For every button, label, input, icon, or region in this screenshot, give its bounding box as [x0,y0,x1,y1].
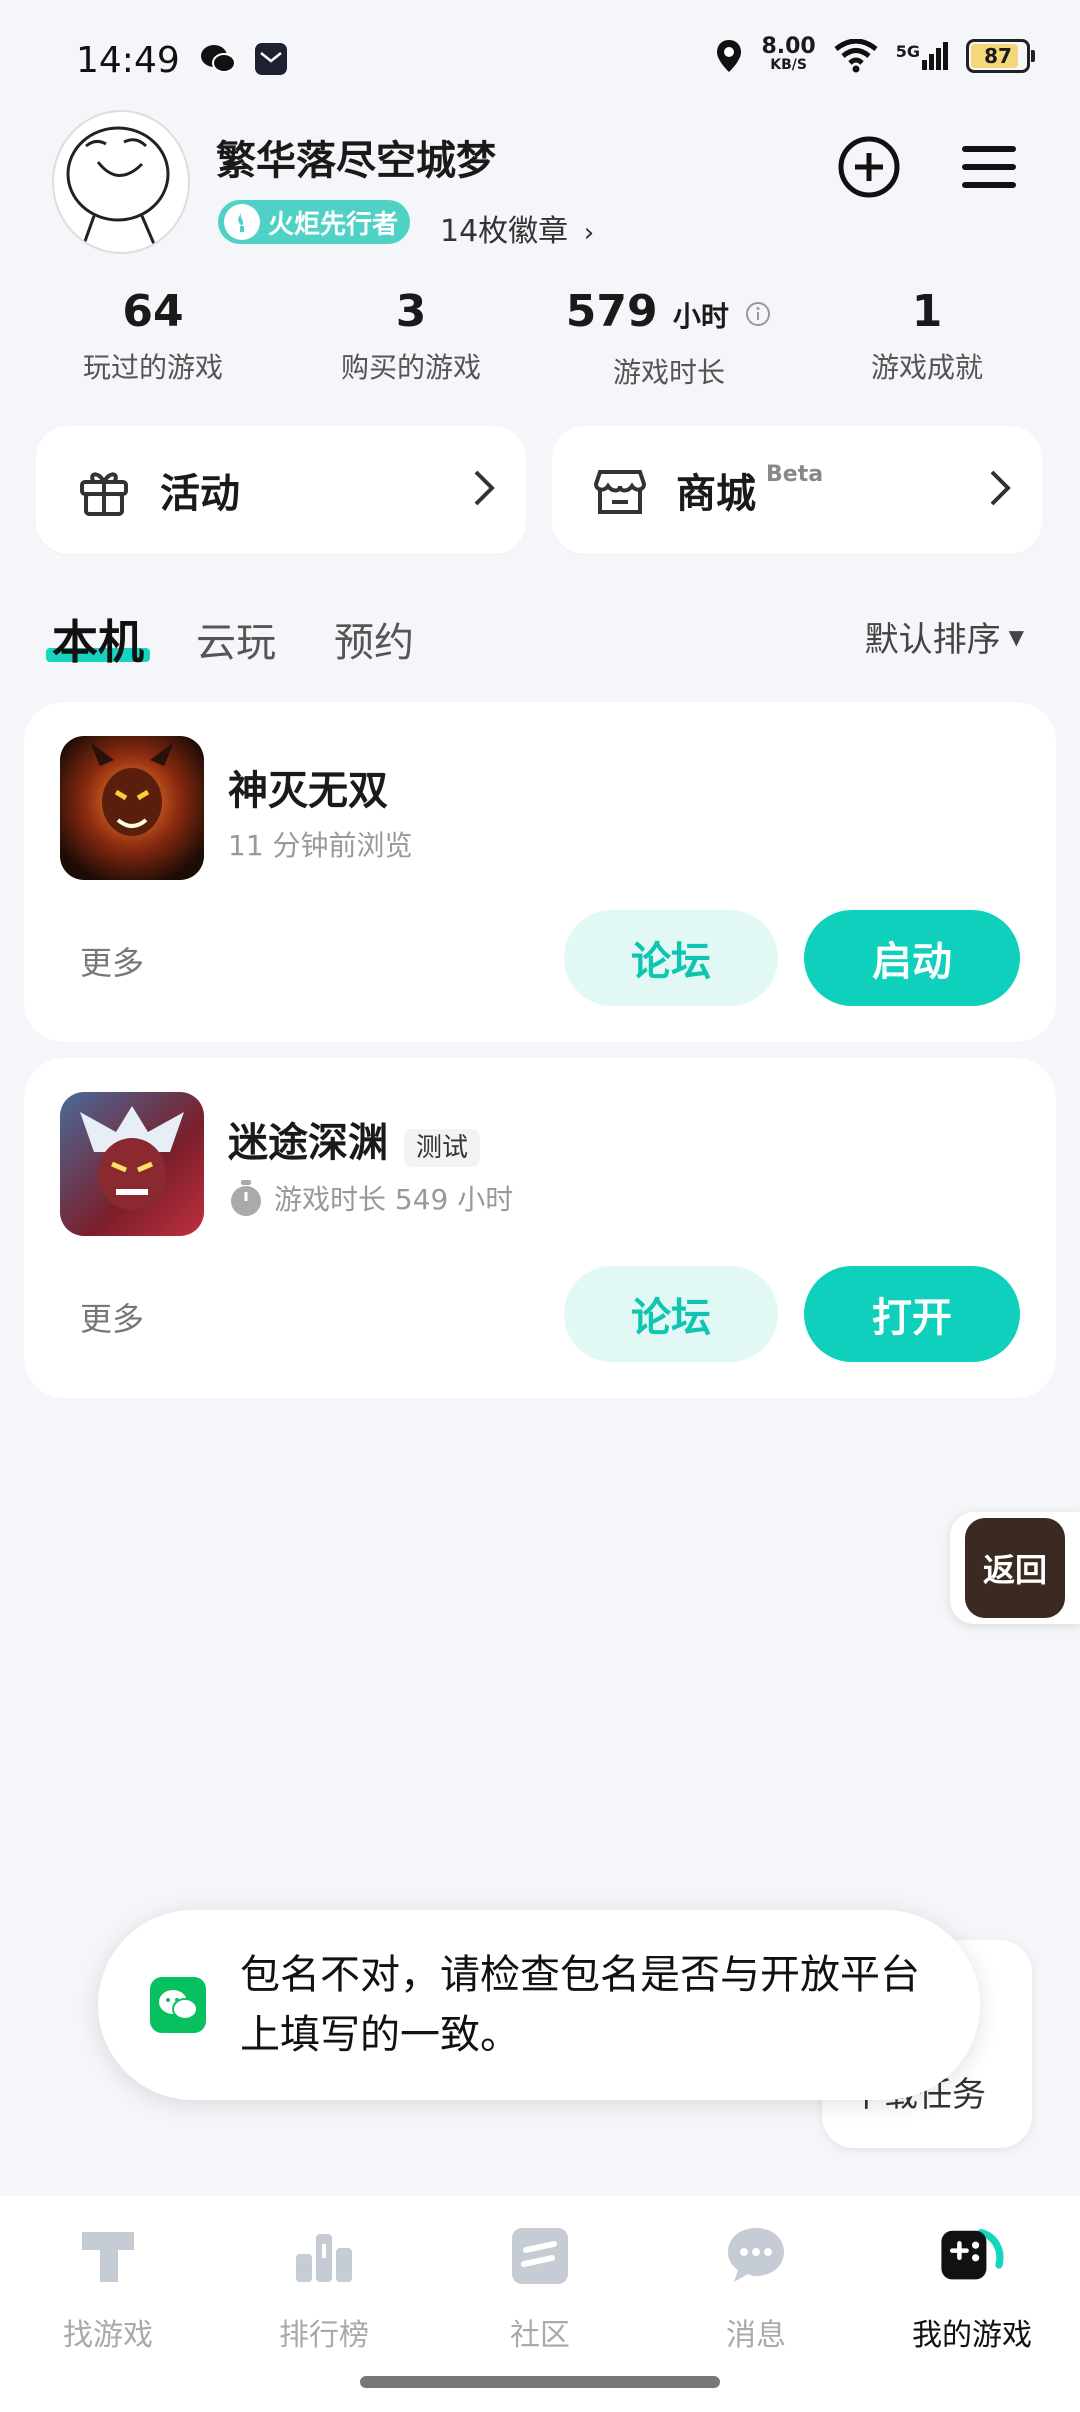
sort-dropdown[interactable]: 默认排序 ▼ [865,612,1024,661]
tab-local[interactable]: 本机 [52,606,144,672]
mail-notification-icon [255,43,287,75]
badge-pill[interactable]: 火炬先行者 [218,200,411,244]
nav-item-my-games[interactable]: 我的游戏 [864,2220,1080,2354]
game-card: 神灭无双 11 分钟前浏览 更多 论坛 启动 [24,702,1056,1042]
stat-achievements[interactable]: 1 游戏成就 [802,286,1052,386]
chevron-right-icon [986,466,1014,514]
chevron-right-icon [470,466,498,514]
doodle-face-avatar-icon [66,126,170,245]
badge-label: 火炬先行者 [268,209,399,240]
open-button[interactable]: 打开 [804,1266,1020,1362]
chevron-right-icon: › [583,218,595,248]
location-icon [717,40,742,72]
stat-value: 3 [395,286,427,337]
info-icon[interactable] [744,300,772,328]
sort-label: 默认排序 [864,620,1001,660]
test-tag: 测试 [404,1128,481,1167]
badge-count-link[interactable]: 14枚徽章 › [440,206,594,250]
home-indicator[interactable] [360,2376,720,2388]
stat-label: 购买的游戏 [340,351,481,384]
activity-label: 活动 [160,471,240,517]
beta-badge: Beta [766,462,824,487]
forum-button[interactable]: 论坛 [564,1266,778,1362]
nav-label: 社区 [510,2318,570,2353]
badge-count-text: 14枚徽章 [440,214,569,249]
stat-label: 玩过的游戏 [82,351,223,384]
store-card[interactable]: 商城 Beta [552,426,1042,554]
stopwatch-icon [231,1180,261,1216]
gift-icon [74,460,134,520]
store-icon [590,460,650,520]
message-icon [720,2220,792,2292]
activity-card[interactable]: 活动 [36,426,526,554]
stat-value: 579 [565,286,658,337]
status-notification-icons [200,42,288,76]
nav-item-ranking[interactable]: 排行榜 [216,2220,432,2354]
game-title[interactable]: 迷途深渊 [228,1120,388,1166]
battery-level: 87 [984,44,1012,68]
nav-item-find-game[interactable]: 找游戏 [0,2220,216,2354]
ranking-icon [288,2220,360,2292]
nav-label: 消息 [726,2318,786,2353]
status-time: 14:49 [76,40,180,81]
tab-cloud-play[interactable]: 云玩 [196,610,276,668]
toast-text: 包名不对，请检查包名是否与开放平台上填写的一致。 [240,1952,920,2058]
forum-button[interactable]: 论坛 [564,910,778,1006]
nav-label: 我的游戏 [912,2318,1032,2353]
nav-label: 排行榜 [279,2318,369,2353]
my-games-icon [936,2220,1008,2292]
hamburger-menu-icon [962,146,1016,188]
battery-icon: 87 [966,39,1035,73]
stat-label: 游戏时长 [612,356,725,389]
game-icon-mitu[interactable] [60,1092,204,1236]
game-subtitle: 游戏时长 549 小时 [228,1178,513,1218]
plus-circle-icon [838,136,900,198]
store-label: 商城 [676,471,756,517]
wechat-notification-icon [201,45,236,73]
stat-value: 64 [122,286,184,337]
community-icon [504,2220,576,2292]
menu-button[interactable] [954,132,1024,202]
play-time-text: 游戏时长 549 小时 [274,1183,514,1216]
status-right-group: 8.00 KB/S 5G 87 [715,34,1035,74]
find-game-icon [72,2220,144,2292]
game-title-row: 迷途深渊 测试 [228,1110,481,1168]
game-card: 迷途深渊 测试 游戏时长 549 小时 更多 论坛 打开 [24,1058,1056,1398]
stat-unit: 小时 [672,300,729,333]
network-type: 5G [895,42,920,61]
floating-back-button[interactable]: 返回 [950,1512,1080,1624]
net-speed: 8.00 KB/S [761,34,816,74]
nav-item-message[interactable]: 消息 [648,2220,864,2354]
net-speed-value: 8.00 [761,34,816,59]
caret-down-icon: ▼ [1008,624,1024,649]
add-button[interactable] [834,132,904,202]
stat-purchased-games[interactable]: 3 购买的游戏 [286,286,536,386]
more-button[interactable]: 更多 [80,1294,144,1340]
game-icon-shenmie[interactable] [60,736,204,880]
nav-label: 找游戏 [63,2318,153,2353]
wifi-icon [834,39,878,73]
avatar[interactable] [52,110,190,254]
stat-play-time[interactable]: 579 小时 游戏时长 [544,286,794,391]
cellular-signal-icon: 5G [896,42,948,70]
tab-reservation[interactable]: 预约 [334,610,414,668]
game-title[interactable]: 神灭无双 [228,758,388,816]
stat-value: 1 [911,286,943,337]
username[interactable]: 繁华落尽空城梦 [216,128,496,186]
toast-message: 包名不对，请检查包名是否与开放平台上填写的一致。 [98,1910,980,2100]
more-button[interactable]: 更多 [80,938,144,984]
torch-icon [224,204,260,240]
last-viewed-text: 11 分钟前浏览 [228,829,413,862]
back-label: 返回 [965,1518,1065,1618]
launch-button[interactable]: 启动 [804,910,1020,1006]
stat-label: 游戏成就 [870,351,983,384]
game-subtitle: 11 分钟前浏览 [228,824,413,864]
wechat-icon [150,1977,206,2033]
nav-item-community[interactable]: 社区 [432,2220,648,2354]
stat-played-games[interactable]: 64 玩过的游戏 [28,286,278,386]
